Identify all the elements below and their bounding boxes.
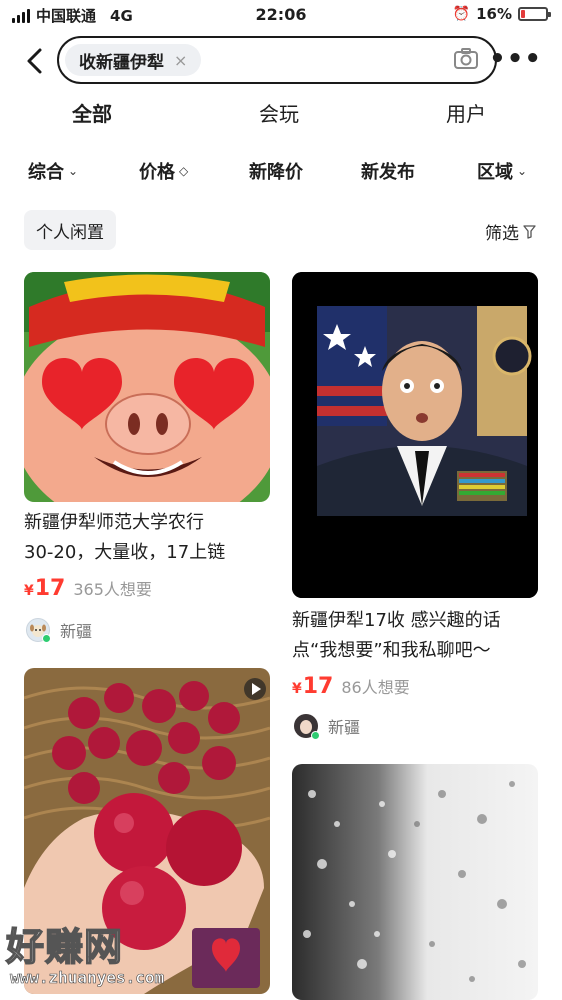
seller-location: 新疆 <box>60 622 93 641</box>
watermark-url: www.zhuanyes.com <box>10 968 165 988</box>
title-line-1: 新疆伊犁师范大学农行 <box>24 512 204 533</box>
back-arrow-icon[interactable] <box>22 46 48 76</box>
filter-comprehensive[interactable]: 综合 ⌄ <box>28 158 78 184</box>
battery-percent: 16% <box>476 5 512 23</box>
filter-new-listing[interactable]: 新发布 <box>361 158 415 184</box>
filter-price-drop[interactable]: 新降价 <box>249 158 303 184</box>
tab-all[interactable]: 全部 <box>70 98 114 127</box>
title-line-2: 30-20，大量收，17上链 <box>24 542 226 563</box>
tab-fun[interactable]: 会玩 <box>259 98 299 127</box>
personal-items-chip[interactable]: 个人闲置 <box>24 210 116 250</box>
filter-label: 价格 <box>139 162 175 183</box>
title-line-1: 新疆伊犁17收 感兴趣的话 <box>292 610 501 631</box>
seller-location: 新疆 <box>328 718 361 737</box>
currency-symbol: ¥ <box>24 583 34 599</box>
online-indicator <box>42 634 51 643</box>
tab-label: 会玩 <box>259 102 299 126</box>
price-value: 17 <box>302 674 334 699</box>
title-line-2: 点“我想要”和我私聊吧～ <box>292 640 491 661</box>
battery-icon <box>518 7 551 21</box>
search-header: 收新疆伊犁 × ••• <box>0 36 562 86</box>
search-input[interactable]: 收新疆伊犁 × <box>57 36 497 84</box>
search-query-chip[interactable]: 收新疆伊犁 × <box>65 44 202 76</box>
listing-title[interactable]: 新疆伊犁17收 感兴趣的话 点“我想要”和我私聊吧～ <box>292 606 542 666</box>
price: ¥17 <box>292 674 333 699</box>
chevron-down-icon: ⌄ <box>517 164 528 178</box>
filter-price[interactable]: 价格 ◇ <box>139 158 188 184</box>
avatar <box>26 618 51 643</box>
want-count: 365人想要 <box>73 580 152 599</box>
more-options-icon[interactable]: ••• <box>489 46 542 72</box>
listing-title[interactable]: 新疆伊犁师范大学农行 30-20，大量收，17上链 <box>24 508 270 568</box>
price-value: 17 <box>34 576 66 601</box>
chevron-down-icon: ⌄ <box>68 164 79 178</box>
sort-toggle-icon: ◇ <box>179 164 189 178</box>
screen-filter-label: 筛选 <box>485 224 519 244</box>
search-query-text: 收新疆伊犁 <box>79 52 164 73</box>
tab-label: 全部 <box>72 102 112 126</box>
camera-icon[interactable] <box>453 47 479 71</box>
currency-symbol: ¥ <box>292 681 302 697</box>
want-count: 86人想要 <box>341 678 410 697</box>
listing-image-rain-glass[interactable] <box>292 764 538 1000</box>
screen-filter-button[interactable]: 筛选 <box>485 219 536 244</box>
officer-photo-image <box>292 272 538 598</box>
filter-label: 区域 <box>477 162 513 183</box>
listing-image-pig-cartoon[interactable] <box>24 272 270 502</box>
pig-cartoon-image <box>24 272 270 502</box>
rain-glass-image <box>292 764 538 1000</box>
listing-image-officer[interactable] <box>292 272 538 598</box>
filter-region[interactable]: 区域 ⌄ <box>477 158 527 184</box>
filter-label: 综合 <box>28 162 64 183</box>
seller-info[interactable]: 新疆 <box>294 714 361 740</box>
filter-label: 新降价 <box>249 162 303 183</box>
online-indicator <box>311 731 320 740</box>
avatar <box>294 714 320 740</box>
price-row: ¥17 86人想要 <box>292 674 410 699</box>
status-right: ⏰ 16% <box>452 5 551 23</box>
result-tabs: 全部 会玩 用户 <box>0 98 562 138</box>
seller-info[interactable]: 新疆 <box>26 618 93 643</box>
clear-query-icon[interactable]: × <box>174 51 187 70</box>
filter-bar: 综合 ⌄ 价格 ◇ 新降价 新发布 区域 ⌄ <box>0 158 562 188</box>
funnel-icon <box>523 224 536 239</box>
alarm-icon: ⏰ <box>452 6 471 22</box>
tab-label: 用户 <box>446 102 486 126</box>
site-watermark: 好赚网 www.zhuanyes.com <box>4 916 254 996</box>
price: ¥17 <box>24 576 65 601</box>
watermark-text: 好赚网 <box>5 924 124 970</box>
status-bar: 中国联通 4G 22:06 ⏰ 16% <box>0 0 562 30</box>
tab-users[interactable]: 用户 <box>446 98 486 127</box>
filter-label: 新发布 <box>361 162 415 183</box>
price-row: ¥17 365人想要 <box>24 576 152 601</box>
